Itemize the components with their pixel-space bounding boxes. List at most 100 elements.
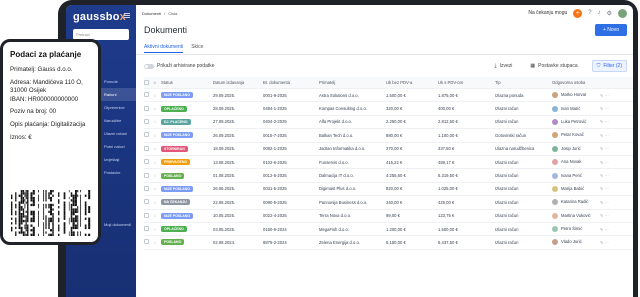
- row-checkbox[interactable]: [144, 226, 149, 232]
- select-all-checkbox[interactable]: [144, 79, 149, 85]
- edit-icon[interactable]: ✎: [600, 227, 604, 232]
- new-document-button[interactable]: + Novo: [595, 24, 627, 36]
- edit-icon[interactable]: ✎: [600, 160, 604, 165]
- edit-icon[interactable]: ✎: [600, 186, 604, 191]
- star-icon[interactable]: ☆: [153, 93, 161, 98]
- tab-drafts[interactable]: Skice: [191, 44, 203, 53]
- more-icon[interactable]: ⋯: [605, 240, 609, 245]
- partner-cell: Kompas Consulting d.o.o.: [319, 106, 367, 112]
- column-header[interactable]: Odgovorna osoba: [552, 80, 600, 85]
- column-header[interactable]: Datum izdavanja: [213, 80, 263, 85]
- row-checkbox[interactable]: [144, 185, 149, 191]
- table-row[interactable]: ☆ POSLANO 01.08.2025. 0012-5-2025 Dalmacija …: [144, 169, 633, 183]
- more-icon[interactable]: ⋯: [605, 200, 609, 205]
- edit-icon[interactable]: ✎: [600, 173, 604, 178]
- more-icon[interactable]: ⋯: [605, 213, 609, 218]
- star-icon[interactable]: ☆: [153, 106, 161, 111]
- edit-icon[interactable]: ✎: [600, 93, 604, 98]
- star-icon[interactable]: ☆: [153, 186, 161, 191]
- table-row[interactable]: ☆ OPLAĆENO 28.09.2025. 0484-1-2025 Kompas Co…: [144, 102, 633, 116]
- gear-icon[interactable]: ⚙: [607, 10, 612, 17]
- menu-icon[interactable]: [124, 13, 130, 18]
- number-cell: 0082-1-2025: [263, 146, 287, 152]
- payment-card: Podaci za plaćanje Primatelj: Gauss d.o.…: [0, 39, 101, 245]
- row-checkbox[interactable]: [144, 212, 149, 218]
- row-checkbox[interactable]: [144, 159, 149, 165]
- date-cell: 03.05.2025.: [213, 226, 236, 232]
- row-checkbox[interactable]: [144, 105, 149, 111]
- breadcrumb-separator: /: [164, 10, 166, 16]
- star-icon[interactable]: ☆: [153, 133, 161, 138]
- more-icon[interactable]: ⋯: [605, 227, 609, 232]
- row-checkbox[interactable]: [144, 145, 149, 151]
- table-row[interactable]: ☆ OPLAĆENO 03.05.2025. 0150-6-2024 MegaFish …: [144, 223, 633, 237]
- column-header[interactable]: Status: [161, 80, 213, 85]
- column-header[interactable]: Tip: [495, 80, 552, 85]
- edit-icon[interactable]: ✎: [600, 133, 604, 138]
- table-row[interactable]: ☆ STORNIRAN 18.09.2025. 0082-1-2025 Jadran I…: [144, 143, 633, 156]
- edit-icon[interactable]: ✎: [600, 240, 604, 245]
- column-header[interactable]: Uk bez PDV-a: [386, 80, 438, 85]
- row-checkbox[interactable]: [144, 172, 149, 178]
- breadcrumb-item[interactable]: Cista: [168, 11, 177, 16]
- star-icon[interactable]: ☆: [153, 119, 161, 124]
- row-checkbox[interactable]: [144, 118, 149, 124]
- person-cell: Josip Jurić: [561, 145, 581, 151]
- star-icon[interactable]: ☆: [153, 160, 161, 165]
- more-icon[interactable]: ⋯: [605, 106, 609, 111]
- filter-button[interactable]: ⛉ Filter (2): [591, 60, 627, 72]
- plus-icon[interactable]: +: [573, 8, 583, 18]
- row-checkbox[interactable]: [144, 199, 149, 205]
- edit-icon[interactable]: ✎: [600, 213, 604, 218]
- tab-active-documents[interactable]: Aktivni dokumenti: [144, 44, 184, 53]
- more-icon[interactable]: ⋯: [605, 93, 609, 98]
- edit-icon[interactable]: ✎: [600, 106, 604, 111]
- table-row[interactable]: ☆ NIJE POSLANO 26.06.2025. 0031-5-2025 Digim…: [144, 183, 633, 197]
- column-header[interactable]: Uk s PDV-om: [438, 80, 495, 85]
- edit-icon[interactable]: ✎: [600, 200, 604, 205]
- card-title: Podaci za plaćanje: [10, 50, 82, 59]
- type-cell: Izlazni račun: [495, 106, 519, 112]
- star-icon[interactable]: ☆: [153, 200, 161, 205]
- breadcrumb-item[interactable]: Dokumenti: [142, 11, 161, 16]
- star-icon[interactable]: ☆: [153, 227, 161, 232]
- more-icon[interactable]: ⋯: [605, 146, 609, 151]
- more-icon[interactable]: ⋯: [605, 173, 609, 178]
- table-row[interactable]: ☆ NIJE POSLANO 26.09.2025. 0015-7-2025 Balka…: [144, 129, 633, 143]
- more-icon[interactable]: ⋯: [605, 160, 609, 165]
- date-cell: 27.09.2025.: [213, 119, 236, 125]
- star-icon[interactable]: ☆: [153, 213, 161, 218]
- edit-icon[interactable]: ✎: [600, 119, 604, 124]
- type-cell: Gotovinski račun: [495, 132, 527, 138]
- star-icon[interactable]: ☆: [153, 240, 161, 245]
- question-icon[interactable]: ?: [588, 10, 591, 16]
- column-header[interactable]: Primatelj: [319, 80, 386, 85]
- bell-icon[interactable]: ♪: [598, 10, 601, 16]
- more-icon[interactable]: ⋯: [605, 133, 609, 138]
- table-row[interactable]: ☆ PRIHVAĆENO 13.08.2025. 0102-6-2025 Funserv…: [144, 156, 633, 170]
- export-button[interactable]: ⤓ Izvezi: [490, 61, 516, 71]
- edit-icon[interactable]: ✎: [600, 146, 604, 151]
- columns-button[interactable]: ▦ Postavke stupaca: [526, 61, 581, 71]
- archived-toggle[interactable]: [144, 63, 154, 69]
- row-checkbox[interactable]: [144, 132, 149, 138]
- star-icon[interactable]: ☆: [153, 146, 161, 151]
- row-checkbox[interactable]: [144, 239, 149, 245]
- gross-cell: 123,75 €: [438, 213, 455, 219]
- avatar: [552, 199, 558, 206]
- sidebar-item-label: Moji dokumenti: [104, 222, 131, 227]
- table-row[interactable]: ☆ NIJE POSLANO 10.05.2025. 0022-4-2025 Terra…: [144, 210, 633, 223]
- star-icon[interactable]: ☆: [153, 173, 161, 178]
- person-cell: Ana Novak: [561, 159, 582, 165]
- table-row[interactable]: ☆ POSLANO 02.08.2024. 8875-2-2024 Zelena Ene…: [144, 236, 633, 250]
- avatar[interactable]: [618, 8, 627, 18]
- table-row[interactable]: ☆ NA ČEKANJU 22.06.2025. 0090-5-2025 Pannoni…: [144, 196, 633, 210]
- status-badge: NIJE POSLANO: [161, 185, 194, 192]
- star-icon: ☆: [153, 80, 157, 85]
- table-row[interactable]: ☆ NIJE POSLANO 29.09.2025. 0001-9-2025 Astra…: [144, 89, 633, 103]
- column-header[interactable]: Br. dokumenta: [263, 80, 319, 85]
- row-checkbox[interactable]: [144, 92, 149, 98]
- table-row[interactable]: ☆ DJ. PLAĆENO 27.09.2025. 0404-2-2025 Alfa P…: [144, 116, 633, 130]
- more-icon[interactable]: ⋯: [605, 186, 609, 191]
- more-icon[interactable]: ⋯: [605, 119, 609, 124]
